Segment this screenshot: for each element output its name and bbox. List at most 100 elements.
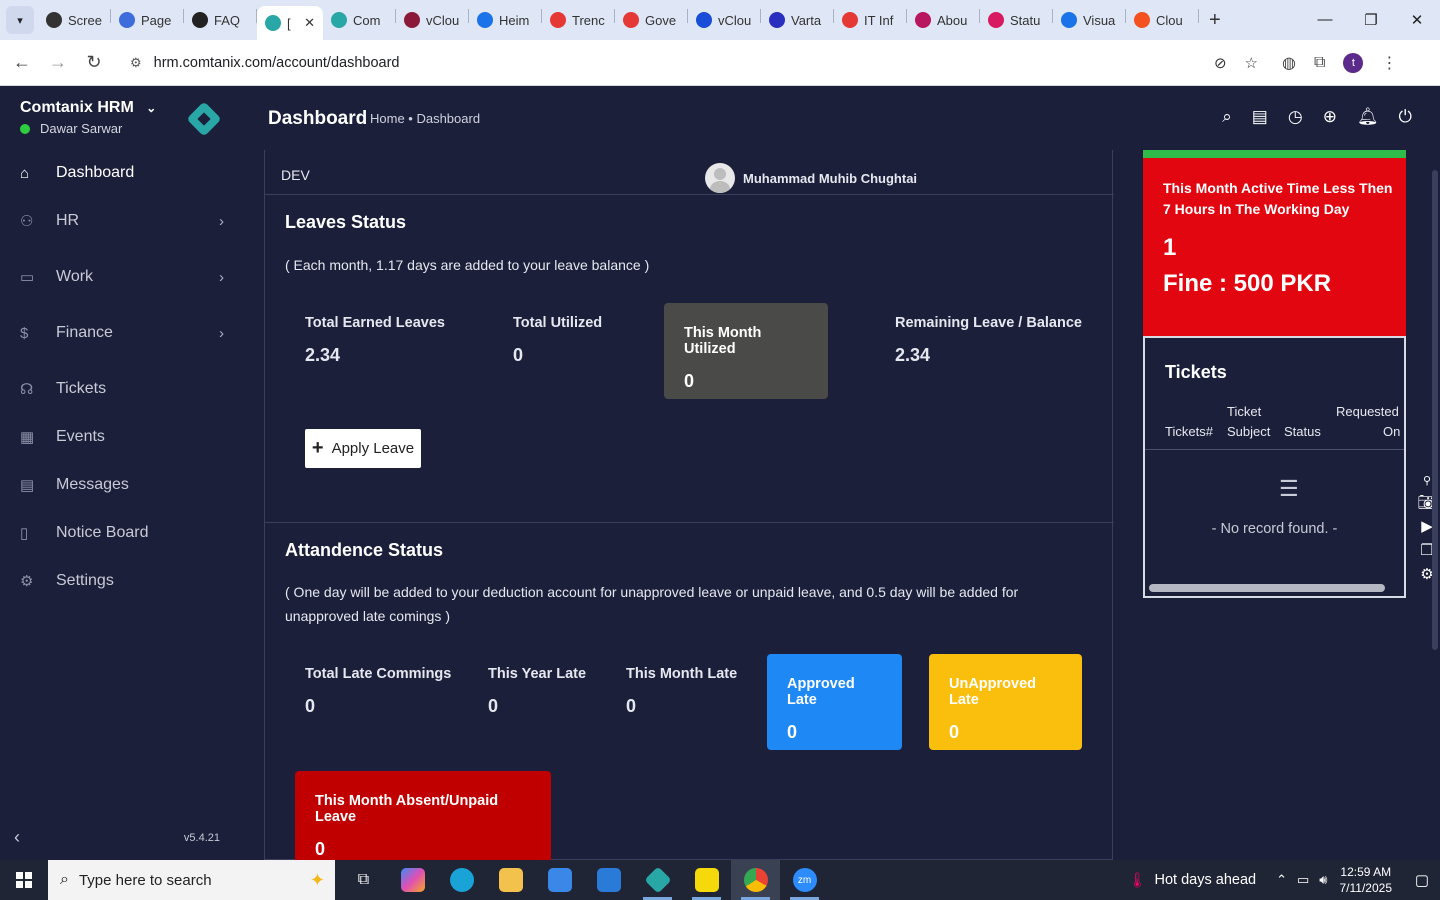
page-scrollbar[interactable] (1432, 170, 1438, 650)
url-text: hrm.comtanix.com/account/dashboard (153, 54, 400, 71)
stat-label: This Month Absent/Unpaid Leave (315, 793, 499, 825)
browser-tab[interactable]: Clou (1126, 0, 1199, 40)
this-year-late: This Year Late 0 (488, 666, 586, 717)
volume-icon[interactable]: 🔊︎ (1319, 872, 1327, 888)
browser-tab[interactable]: Heim (469, 0, 542, 40)
tab-label: vClou (718, 12, 752, 28)
fine-alert-card: This Month Active Time Less Then 7 Hours… (1143, 150, 1406, 336)
task-view-button[interactable]: ⧉ (339, 860, 388, 900)
stat-label: This Month Utilized (684, 325, 762, 357)
system-clock[interactable]: 12:59 AM 7/11/2025 (1340, 864, 1393, 896)
apply-leave-button[interactable]: + Apply Leave (305, 429, 421, 468)
close-tab-icon[interactable]: ✕ (304, 15, 315, 31)
browser-tab[interactable]: Abou (907, 0, 980, 40)
sidebar-item-notice-board[interactable]: ▯ Notice Board (0, 513, 240, 553)
chevron-up-icon[interactable]: ⌃ (1276, 872, 1287, 888)
notification-center-icon[interactable]: ▢ (1404, 871, 1440, 889)
back-button[interactable]: ← (4, 52, 40, 73)
browser-tab[interactable]: IT Inf (834, 0, 907, 40)
sidebar-item-work[interactable]: ▭ Work › (0, 257, 240, 297)
url-field[interactable]: ⚙ hrm.comtanix.com/account/dashboard ⊘ ☆ (120, 45, 1268, 80)
browser-tab[interactable]: Visua (1053, 0, 1126, 40)
brand-dropdown[interactable]: Comtanix HRM ⌄ (20, 99, 156, 117)
avatar (705, 163, 735, 193)
minimize-button[interactable]: — (1302, 11, 1348, 29)
page-title: Dashboard (268, 108, 368, 129)
tab-favicon-icon (404, 12, 420, 28)
file-explorer-app[interactable] (486, 860, 535, 900)
sidebar-item-finance[interactable]: $ Finance › (0, 313, 240, 353)
sidebar-item-dashboard[interactable]: ⌂ Dashboard (0, 153, 240, 193)
sidebar-item-hr[interactable]: ⚇ HR › (0, 201, 240, 241)
mail-app[interactable] (584, 860, 633, 900)
horizontal-scrollbar[interactable] (1149, 584, 1385, 592)
sticky-notes-app[interactable] (682, 860, 731, 900)
sidebar-item-label: Tickets (56, 380, 107, 397)
browser-tab[interactable]: Scree (38, 0, 111, 40)
browser-tab[interactable]: FAQ (184, 0, 257, 40)
col-tickets-number: Tickets# (1165, 424, 1213, 439)
profile-avatar[interactable]: t (1343, 52, 1364, 73)
site-info-icon[interactable]: ⚙ (130, 55, 142, 71)
close-window-button[interactable]: ✕ (1394, 11, 1440, 29)
bookmark-star-icon[interactable]: ☆ (1245, 54, 1258, 72)
translate-icon[interactable]: ◍ (1282, 53, 1296, 73)
system-tray: ⌃ ▭ 🔊︎ (1276, 872, 1327, 888)
app-version: v5.4.21 (183, 832, 220, 844)
this-month-utilized-card: This Month Utilized 0 (664, 303, 828, 399)
clock-icon[interactable]: ◷ (1288, 107, 1303, 127)
dollar-icon: $ (20, 324, 29, 342)
extensions-icon[interactable]: ⧉ (1314, 54, 1325, 72)
search-icon[interactable]: ⌕ (1222, 107, 1232, 127)
browser-tab[interactable]: [✕ (257, 6, 323, 40)
eye-off-icon[interactable]: ⊘ (1214, 54, 1227, 72)
add-circle-icon[interactable]: ⊕ (1323, 107, 1337, 127)
task-view-icon: ⧉ (357, 871, 370, 888)
sticky-note-icon[interactable]: ▤ (1252, 107, 1268, 127)
clock-time: 12:59 AM (1340, 865, 1392, 879)
chrome-app[interactable] (731, 860, 780, 900)
sidebar-item-tickets[interactable]: ☊ Tickets (0, 369, 240, 409)
browser-menu-icon[interactable]: ⋮ (1381, 53, 1397, 73)
dashboard-panel: DEV Muhammad Muhib Chughtai Leaves Statu… (264, 150, 1114, 860)
sticky-notes-icon (694, 868, 719, 892)
sidebar-item-settings[interactable]: ⚙ Settings (0, 561, 240, 601)
restore-button[interactable]: ❐ (1348, 11, 1394, 29)
edge-app[interactable] (437, 860, 486, 900)
new-tab-button[interactable]: + (1209, 9, 1221, 32)
browser-tab[interactable]: Com (323, 0, 396, 40)
fine-count: 1 (1163, 234, 1177, 261)
bell-icon[interactable]: 🔔︎ (1357, 107, 1379, 127)
browser-tab[interactable]: Page (111, 0, 184, 40)
power-icon[interactable]: ⏻ (1399, 107, 1412, 127)
weather-widget[interactable]: 🌡︎ Hot days ahead (1128, 872, 1256, 889)
browser-tab[interactable]: Trenc (542, 0, 615, 40)
employee-chip[interactable]: Muhammad Muhib Chughtai (705, 163, 917, 193)
start-button[interactable] (0, 860, 48, 900)
browser-tab[interactable]: Gove (615, 0, 688, 40)
copilot-app[interactable] (388, 860, 437, 900)
browser-tab[interactable]: Statu (980, 0, 1053, 40)
taskbar-search[interactable]: ⌕ Type here to search ✦ (48, 860, 335, 900)
users-icon: ⚇ (20, 213, 34, 230)
online-status-icon (20, 123, 30, 134)
browser-tab[interactable]: vClou (396, 0, 469, 40)
forward-button[interactable]: → (40, 52, 76, 73)
browser-tab[interactable]: Varta (761, 0, 834, 40)
network-icon[interactable]: ▭ (1297, 872, 1309, 888)
browser-tab[interactable]: vClou (688, 0, 761, 40)
tab-label: FAQ (214, 12, 241, 28)
remaining-leave-balance: Remaining Leave / Balance 2.34 (895, 315, 1082, 366)
reload-button[interactable]: ↻ (76, 52, 112, 73)
tab-label: [ (287, 15, 291, 31)
sidebar-item-messages[interactable]: ▤ Messages (0, 465, 240, 505)
stat-value: 2.34 (895, 345, 931, 365)
zoom-icon: zm (792, 868, 817, 892)
store-app[interactable] (535, 860, 584, 900)
hrm-app[interactable] (633, 860, 682, 900)
zoom-app[interactable]: zm (780, 860, 829, 900)
tab-search-button[interactable]: ▾ (6, 6, 34, 34)
collapse-sidebar-icon[interactable]: ‹ (14, 827, 20, 848)
link-icon[interactable]: ⚲ (1423, 474, 1431, 487)
sidebar-item-events[interactable]: ▦ Events (0, 417, 240, 457)
